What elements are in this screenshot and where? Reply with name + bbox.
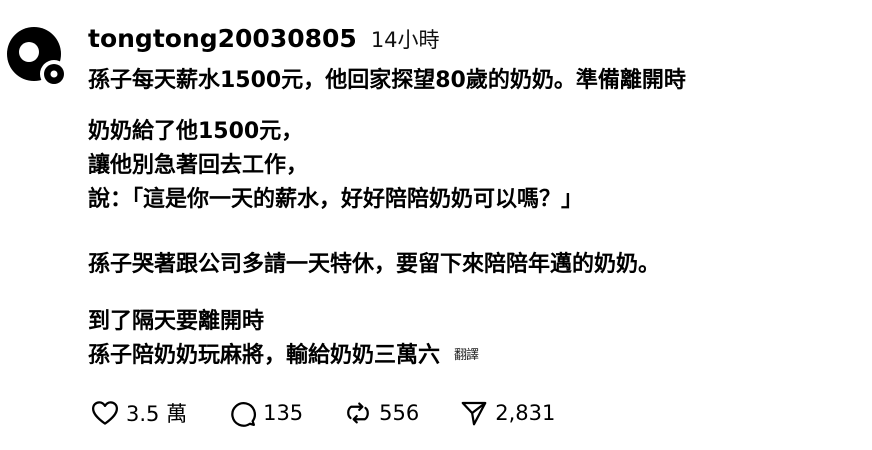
avatar[interactable] (6, 26, 70, 90)
post-paragraph-3: 孫子哭著跟公司多請一天特休，要留下來陪陪年邁的奶奶。 (88, 248, 660, 282)
share-button[interactable]: 2,831 (459, 398, 555, 428)
repost-count: 556 (379, 401, 420, 425)
username[interactable]: tongtong20030805 (88, 24, 357, 53)
like-count: 3.5 萬 (126, 402, 188, 426)
heart-icon (92, 401, 118, 425)
repost-icon (347, 402, 370, 424)
post-line: 孫子哭著跟公司多請一天特休，要留下來陪陪年邁的奶奶。 (88, 252, 661, 277)
post-line: 孫子每天薪水1500元，他回家探望80歲的奶奶。準備離開時 (88, 68, 686, 93)
repost-button[interactable]: 556 (343, 398, 419, 428)
post-paragraph-1: 孫子每天薪水1500元，他回家探望80歲的奶奶。準備離開時 (88, 64, 686, 98)
comment-count: 135 (263, 401, 304, 425)
send-icon (461, 401, 487, 426)
post-paragraph-4: 到了隔天要離開時 孫子陪奶奶玩麻將，輸給奶奶三萬六 翻譯 (88, 305, 479, 373)
timestamp: 14小時 (370, 28, 440, 52)
translate-link[interactable]: 翻譯 (454, 348, 479, 363)
like-button[interactable]: 3.5 萬 (90, 398, 187, 428)
post-paragraph-2: 奶奶給了他1500元， 讓他別急著回去工作， 說：「這是你一天的薪水，好好陪陪奶… (88, 115, 583, 217)
thread-post: tongtong20030805 14小時 孫子每天薪水1500元，他回家探望8… (0, 0, 872, 450)
comment-icon (231, 402, 256, 427)
post-line-last: 孫子陪奶奶玩麻將，輸給奶奶三萬六 翻譯 (88, 339, 479, 373)
post-line-text: 孫子陪奶奶玩麻將，輸給奶奶三萬六 (88, 343, 441, 368)
comment-button[interactable]: 135 (227, 398, 303, 428)
share-count: 2,831 (495, 401, 556, 425)
action-bar: 3.5 萬 135 556 2,831 (90, 398, 595, 428)
post-line: 奶奶給了他1500元， (88, 119, 304, 144)
post-line: 說：「這是你一天的薪水，好好陪陪奶奶可以嗎？」 (88, 187, 584, 212)
post-line: 讓他別急著回去工作， (88, 153, 309, 178)
post-line: 到了隔天要離開時 (88, 309, 265, 334)
post-header: tongtong20030805 14小時 (88, 24, 440, 54)
